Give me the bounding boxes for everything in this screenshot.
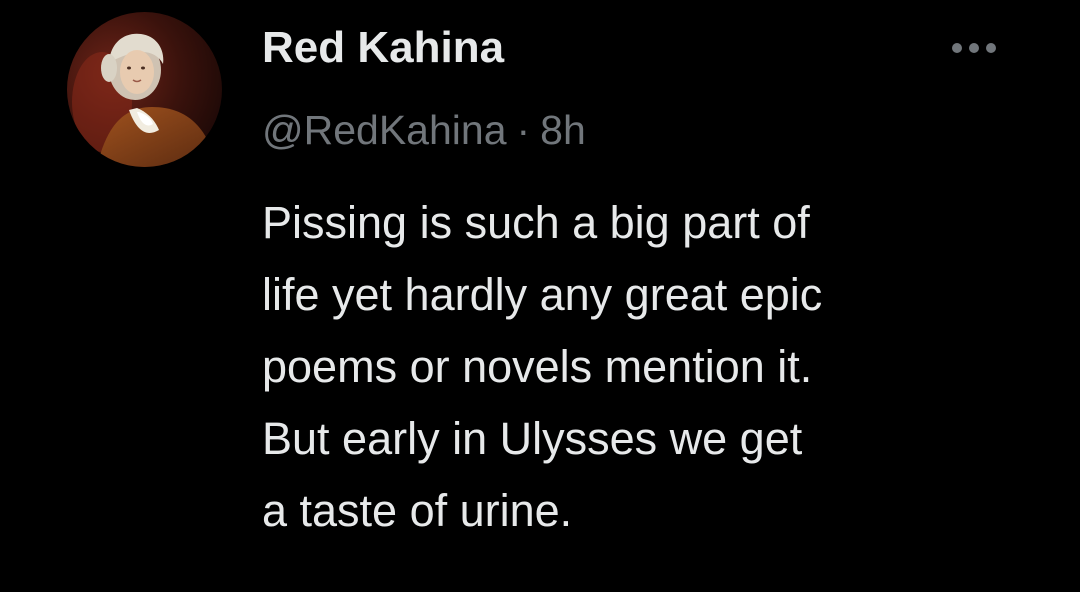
author-display-name[interactable]: Red Kahina <box>262 18 504 78</box>
more-horizontal-icon <box>952 43 996 53</box>
author-handle[interactable]: @RedKahina <box>262 107 507 153</box>
tweet-text-line: Pissing is such a big part of <box>262 197 810 248</box>
meta-separator: · <box>516 107 531 153</box>
tweet-text-line: a taste of urine. <box>262 485 573 536</box>
portrait-avatar-image <box>67 12 222 167</box>
tweet: Red Kahina @RedKahina · 8h Pissing is such… <box>0 0 1080 592</box>
more-button[interactable] <box>938 30 1008 70</box>
tweet-text-line: poems or novels mention it. <box>262 341 813 392</box>
tweet-meta: @RedKahina · 8h <box>262 100 586 160</box>
tweet-timestamp[interactable]: 8h <box>540 107 586 153</box>
tweet-text: Pissing is such a big part of life yet h… <box>262 187 1052 547</box>
tweet-text-line: But early in Ulysses we get <box>262 413 803 464</box>
tweet-text-line: life yet hardly any great epic <box>262 269 823 320</box>
avatar[interactable] <box>67 12 222 167</box>
